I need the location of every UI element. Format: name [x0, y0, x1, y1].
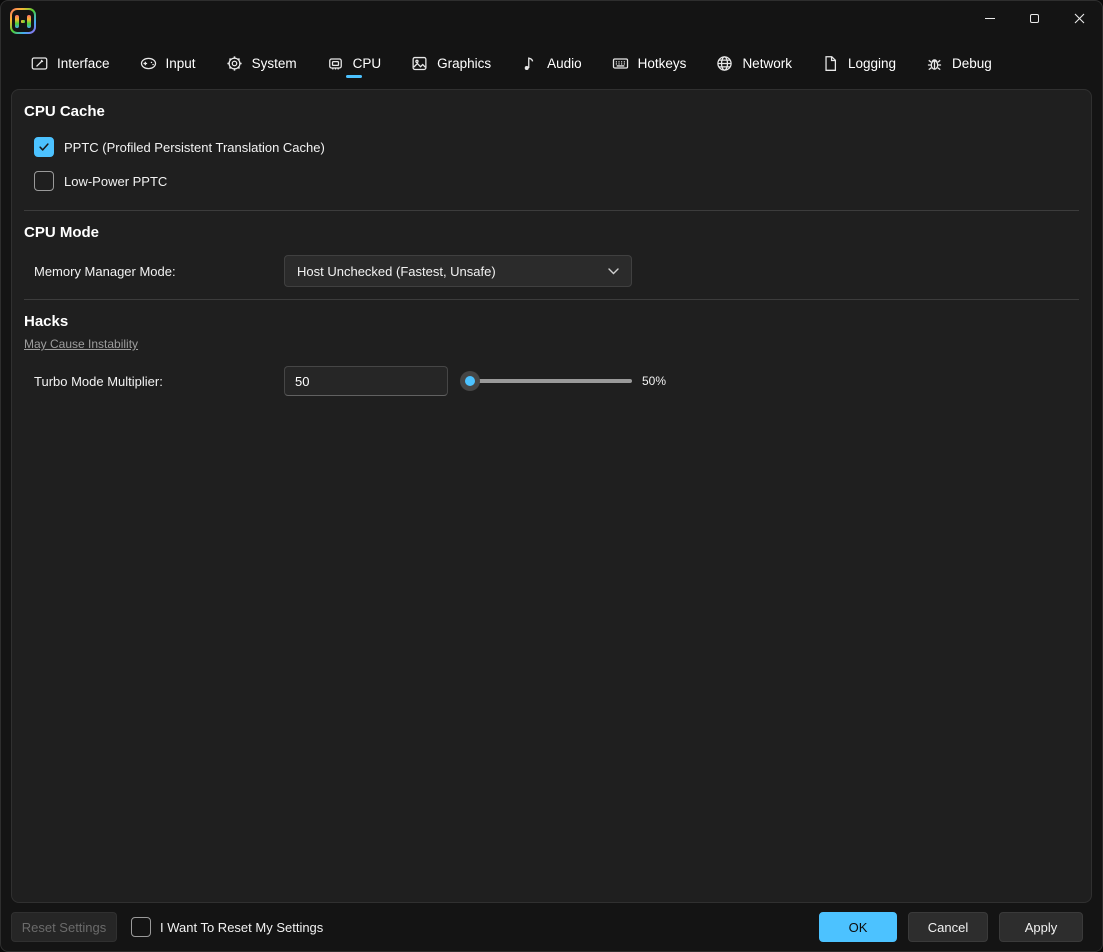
- tab-logging[interactable]: Logging: [822, 37, 896, 89]
- tab-input[interactable]: Input: [140, 37, 196, 89]
- maximize-button[interactable]: [1012, 1, 1057, 35]
- low-power-pptc-option-row: Low-Power PPTC: [24, 164, 1079, 198]
- tab-system[interactable]: System: [226, 37, 297, 89]
- footer-actions: OK Cancel Apply: [819, 912, 1083, 942]
- memory-manager-row: Memory Manager Mode: Host Unchecked (Fas…: [24, 255, 1079, 287]
- tab-cpu[interactable]: CPU: [327, 37, 382, 89]
- window-controls: [967, 1, 1102, 35]
- maximize-icon: [1030, 14, 1039, 23]
- ryujinx-logo-icon: [12, 10, 34, 32]
- tab-label: Logging: [848, 56, 896, 71]
- tab-graphics[interactable]: Graphics: [411, 37, 491, 89]
- section-title-cpu-mode: CPU Mode: [24, 223, 1079, 243]
- minimize-icon: [985, 18, 995, 19]
- cancel-button[interactable]: Cancel: [908, 912, 988, 942]
- section-title-cpu-cache: CPU Cache: [24, 102, 1079, 122]
- section-title-hacks: Hacks: [24, 312, 1079, 332]
- tab-label: Interface: [57, 56, 110, 71]
- tab-interface[interactable]: Interface: [31, 37, 110, 89]
- pptc-label: PPTC (Profiled Persistent Translation Ca…: [64, 140, 325, 155]
- memory-manager-selected-value: Host Unchecked (Fastest, Unsafe): [297, 264, 496, 279]
- checkmark-icon: [38, 141, 50, 153]
- debug-icon: [926, 55, 943, 72]
- tab-label: Input: [166, 56, 196, 71]
- tab-bar: Interface Input System CPU Graphics Audi…: [1, 37, 1102, 89]
- tab-label: Hotkeys: [638, 56, 687, 71]
- turbo-multiplier-row: Turbo Mode Multiplier: 50%: [24, 366, 1079, 396]
- system-icon: [226, 55, 243, 72]
- tab-label: System: [252, 56, 297, 71]
- turbo-multiplier-label: Turbo Mode Multiplier:: [34, 374, 284, 389]
- tab-network[interactable]: Network: [716, 37, 792, 89]
- close-button[interactable]: [1057, 1, 1102, 35]
- low-power-pptc-label: Low-Power PPTC: [64, 174, 167, 189]
- tab-hotkeys[interactable]: Hotkeys: [612, 37, 687, 89]
- instability-warning-link: May Cause Instability: [24, 336, 138, 352]
- graphics-icon: [411, 55, 428, 72]
- memory-manager-label: Memory Manager Mode:: [34, 264, 284, 279]
- cpu-icon: [327, 55, 344, 72]
- reset-confirm-checkbox[interactable]: [131, 917, 151, 937]
- turbo-multiplier-slider[interactable]: [460, 371, 632, 391]
- close-icon: [1074, 13, 1085, 24]
- turbo-multiplier-percent: 50%: [642, 374, 666, 388]
- low-power-pptc-checkbox[interactable]: [34, 171, 54, 191]
- footer-bar: Reset Settings I Want To Reset My Settin…: [1, 903, 1102, 951]
- app-icon: [10, 8, 36, 34]
- tab-label: Audio: [547, 56, 582, 71]
- interface-icon: [31, 55, 48, 72]
- pptc-checkbox[interactable]: [34, 137, 54, 157]
- reset-confirm-label: I Want To Reset My Settings: [160, 920, 323, 935]
- section-divider: [24, 299, 1079, 300]
- slider-track: [469, 379, 632, 383]
- audio-icon: [521, 55, 538, 72]
- section-divider: [24, 210, 1079, 211]
- network-icon: [716, 55, 733, 72]
- tab-label: Graphics: [437, 56, 491, 71]
- cpu-settings-panel: CPU Cache PPTC (Profiled Persistent Tran…: [11, 89, 1092, 903]
- ok-button[interactable]: OK: [819, 912, 897, 942]
- memory-manager-dropdown[interactable]: Host Unchecked (Fastest, Unsafe): [284, 255, 632, 287]
- slider-thumb[interactable]: [460, 371, 480, 391]
- logging-icon: [822, 55, 839, 72]
- tab-debug[interactable]: Debug: [926, 37, 992, 89]
- chevron-down-icon: [608, 268, 619, 275]
- titlebar: [1, 1, 1102, 37]
- hotkeys-icon: [612, 55, 629, 72]
- tab-label: Debug: [952, 56, 992, 71]
- tab-audio[interactable]: Audio: [521, 37, 582, 89]
- pptc-option-row: PPTC (Profiled Persistent Translation Ca…: [24, 130, 1079, 164]
- turbo-multiplier-input[interactable]: [284, 366, 448, 396]
- input-icon: [140, 55, 157, 72]
- reset-settings-button[interactable]: Reset Settings: [11, 912, 117, 942]
- settings-window: Interface Input System CPU Graphics Audi…: [0, 0, 1103, 952]
- tab-label: Network: [742, 56, 792, 71]
- minimize-button[interactable]: [967, 1, 1012, 35]
- tab-label: CPU: [353, 56, 382, 71]
- apply-button[interactable]: Apply: [999, 912, 1083, 942]
